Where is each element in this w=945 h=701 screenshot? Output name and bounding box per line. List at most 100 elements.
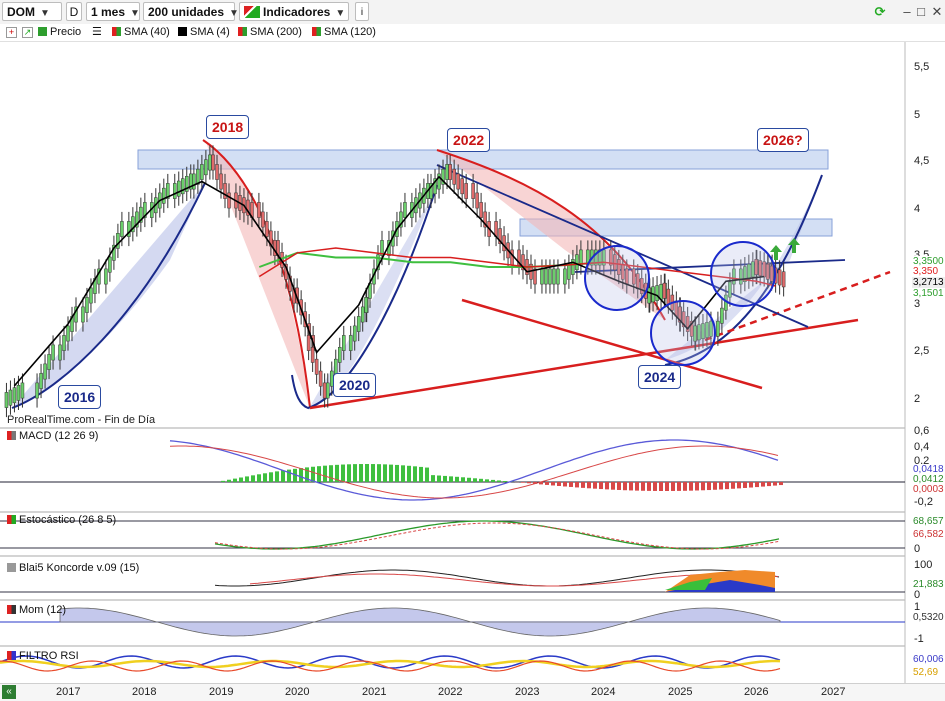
macd-histogram-bar [401, 465, 405, 482]
macd-histogram-bar [749, 482, 753, 488]
macd-histogram-bar [329, 465, 333, 482]
macd-histogram-bar [485, 479, 489, 482]
macd-histogram-bar [413, 466, 417, 482]
macd-histogram-bar [647, 482, 651, 491]
source-note: ProRealTime.com - Fin de Día [7, 414, 155, 426]
candle-body [563, 269, 566, 284]
macd-histogram-bar [479, 479, 483, 482]
macd-histogram-bar [431, 475, 435, 482]
y-tick-label: 2,5 [914, 345, 929, 357]
macd-histogram-bar [467, 478, 471, 482]
macd-histogram-bar [443, 476, 447, 482]
panel-label-mom: Mom (12) [7, 604, 66, 616]
macd-histogram-bar [731, 482, 735, 489]
candle-body [575, 255, 578, 270]
macd-histogram-bar [713, 482, 717, 490]
candle-body [208, 155, 211, 170]
candle-body [40, 373, 43, 388]
x-tick-label: 2017 [56, 686, 80, 698]
macd-histogram-bar [527, 482, 531, 483]
panel-label-rsi: FILTRO RSI [7, 650, 79, 662]
macd-line [170, 440, 778, 500]
candle-body [540, 269, 543, 284]
y-tick-label: 4,5 [914, 155, 929, 167]
highlight-circle-2025 [711, 242, 775, 306]
macd-histogram-bar [437, 476, 441, 482]
macd-histogram-bar [263, 473, 267, 482]
macd-histogram-bar [473, 478, 477, 482]
candle-body [311, 347, 314, 362]
candle-body [307, 335, 310, 350]
macd-histogram-bar [233, 479, 237, 482]
stoch-d: 66,582 [912, 529, 945, 540]
candle-body [544, 269, 547, 284]
candle-body [216, 164, 219, 179]
candle-body [104, 269, 107, 284]
candle-body [342, 335, 345, 350]
candle-body [534, 269, 537, 284]
candle-body [472, 183, 475, 198]
macd-histogram-bar [629, 482, 633, 490]
candle-body [44, 364, 47, 379]
candle-body [648, 288, 651, 303]
macd-hist: 0,0003 [912, 484, 945, 495]
candle-body [5, 392, 8, 407]
macd-histogram-bar [773, 482, 777, 486]
macd-histogram-bar [503, 481, 507, 482]
candle-body [319, 371, 322, 386]
price-tag-last: 3,2713 [912, 277, 945, 288]
rsi-filter: 52,69 [912, 667, 939, 678]
candle-body [323, 383, 326, 398]
candle-body [228, 193, 231, 208]
macd-histogram-bar [755, 482, 759, 487]
y-tick-label: 5 [914, 109, 920, 121]
candle-body [338, 347, 341, 362]
candle-body [192, 174, 195, 189]
price-tag-sma120: 3,350 [912, 266, 939, 277]
candle-body [67, 326, 70, 341]
macd-histogram-bar [491, 480, 495, 482]
macd-histogram-bar [653, 482, 657, 491]
macd-histogram-bar [635, 482, 639, 491]
candle-body [116, 233, 119, 248]
macd-histogram-bar [251, 475, 255, 482]
macd-histogram-bar [377, 464, 381, 482]
macd-histogram-bar [599, 482, 603, 489]
mom-value: 0,5320 [912, 612, 945, 623]
candle-body [120, 221, 123, 236]
candle-body [656, 286, 659, 301]
x-tick-label: 2022 [438, 686, 462, 698]
candle-body [357, 316, 360, 331]
macd-histogram-bar [551, 482, 555, 485]
annotation-2016: 2016 [58, 385, 101, 409]
macd-histogram-bar [497, 480, 501, 482]
macd-histogram-bar [449, 476, 453, 482]
macd-histogram-bar [227, 480, 231, 482]
support-line-long [310, 320, 858, 408]
chart-canvas[interactable] [0, 0, 945, 700]
candle-body [446, 164, 449, 179]
macd-histogram-bar [371, 464, 375, 482]
candle-body [52, 345, 55, 360]
expand-icon[interactable]: « [2, 685, 16, 699]
macd-histogram-bar [557, 482, 561, 486]
macd-histogram-bar [425, 468, 429, 482]
candle-body [59, 345, 62, 360]
candle-body [265, 221, 268, 236]
macd-histogram-bar [665, 482, 669, 491]
x-tick-label: 2026 [744, 686, 768, 698]
panel-separators [0, 428, 905, 646]
macd-histogram-bar [365, 464, 369, 482]
macd-tick: 0,6 [914, 425, 929, 437]
macd-histogram-bar [605, 482, 609, 489]
koncorde-tick: 100 [914, 559, 932, 571]
candle-body [511, 250, 514, 265]
macd-histogram-bar [455, 477, 459, 482]
macd-histogram-bar [245, 476, 249, 482]
candle-body [716, 321, 719, 336]
macd-histogram-bar [275, 471, 279, 482]
macd-histogram-bar [707, 482, 711, 490]
macd-histogram-bar [311, 467, 315, 482]
candle-body [782, 272, 785, 287]
macd-histogram-bar [761, 482, 765, 487]
